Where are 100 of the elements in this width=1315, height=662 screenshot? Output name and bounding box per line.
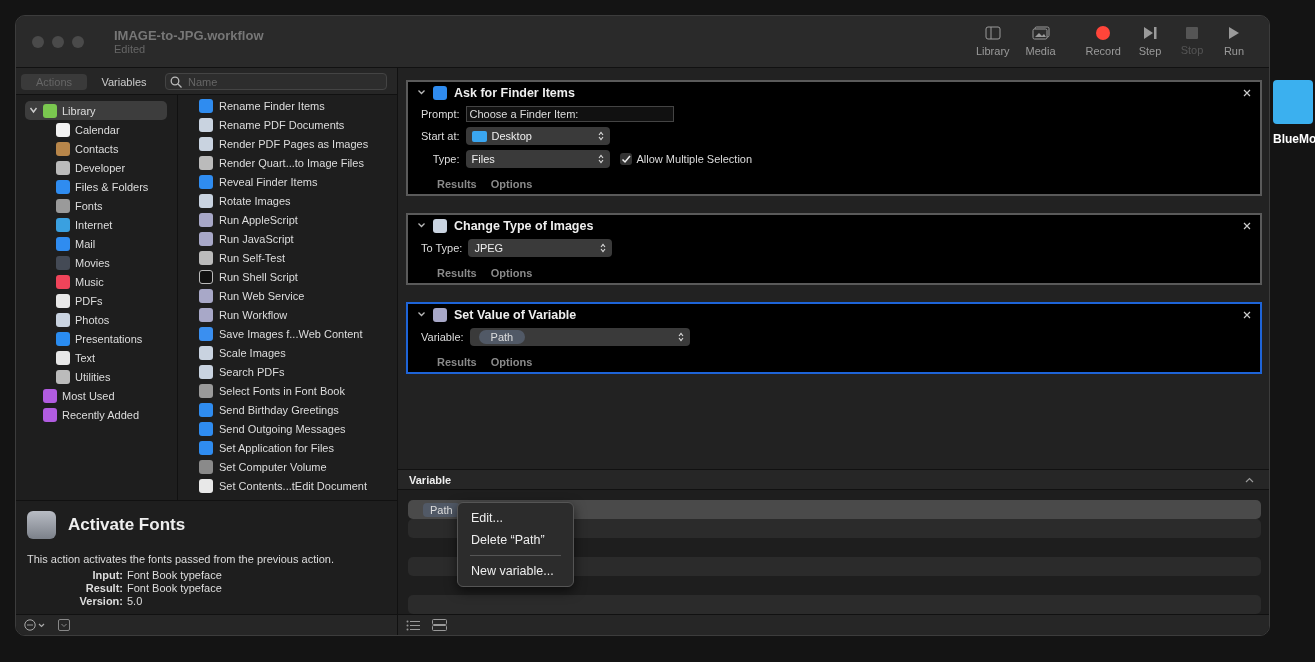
card-tab[interactable]: Results bbox=[437, 267, 477, 279]
field-value: 5.0 bbox=[127, 595, 144, 607]
card-tab[interactable]: Results bbox=[437, 178, 477, 190]
card-tab[interactable]: Results bbox=[437, 356, 477, 368]
action-item[interactable]: Run Workflow bbox=[199, 305, 397, 324]
up-down-arrows-icon bbox=[597, 131, 604, 141]
media-toolbar-button[interactable]: Media bbox=[1019, 26, 1062, 57]
panel-toggle-icon[interactable] bbox=[58, 619, 70, 631]
category-item[interactable]: Mail bbox=[25, 234, 167, 253]
action-item[interactable]: Set Computer Volume bbox=[199, 457, 397, 476]
popup-button[interactable]: JPEG bbox=[468, 239, 613, 257]
action-item[interactable]: Rotate Images bbox=[199, 191, 397, 210]
action-description: This action activates the fonts passed from the previous action. bbox=[27, 553, 335, 565]
popup-button[interactable]: Files bbox=[465, 150, 610, 168]
list-view-icon[interactable] bbox=[406, 619, 420, 631]
action-item[interactable]: Run JavaScript bbox=[199, 229, 397, 248]
play-icon bbox=[1228, 26, 1240, 40]
checkbox[interactable] bbox=[619, 153, 632, 165]
collapse-chevron-icon[interactable] bbox=[417, 221, 426, 230]
window-title: IMAGE-to-JPG.workflow bbox=[114, 28, 264, 43]
param-label: Type: bbox=[431, 153, 460, 165]
action-item[interactable]: Send Outgoing Messages bbox=[199, 419, 397, 438]
run-toolbar-button[interactable]: Run bbox=[1215, 26, 1253, 57]
card-title: Set Value of Variable bbox=[454, 307, 577, 322]
record-toolbar-button[interactable]: Record bbox=[1079, 26, 1127, 57]
popup-button[interactable]: Desktop bbox=[465, 127, 610, 145]
category-item[interactable]: Fonts bbox=[25, 196, 167, 215]
library-tab[interactable]: Variables bbox=[91, 73, 157, 90]
up-down-arrows-icon bbox=[677, 332, 684, 342]
step-icon bbox=[1143, 26, 1157, 40]
action-item[interactable]: Run Shell Script bbox=[199, 267, 397, 286]
action-item[interactable]: Run Self-Test bbox=[199, 248, 397, 267]
param-label: Prompt: bbox=[421, 108, 460, 120]
library-toolbar-button[interactable]: Library bbox=[969, 26, 1016, 57]
card-title: Ask for Finder Items bbox=[454, 85, 575, 100]
variable-popup[interactable]: Path bbox=[469, 328, 690, 346]
card-tab[interactable]: Options bbox=[490, 356, 533, 368]
disclosure-chevron-icon[interactable] bbox=[29, 106, 38, 115]
category-item[interactable]: Developer bbox=[25, 158, 167, 177]
up-down-arrows-icon bbox=[597, 154, 604, 164]
action-item[interactable]: Save Images f...Web Content bbox=[199, 324, 397, 343]
action-card[interactable]: Set Value of Variable Variable: Path Results Options bbox=[406, 302, 1262, 374]
panel-title: Variable bbox=[409, 473, 452, 486]
field-label: Result: bbox=[84, 582, 123, 594]
collapse-chevron-icon[interactable] bbox=[417, 88, 426, 97]
photos-icon bbox=[1031, 26, 1050, 40]
category-item[interactable]: Most Used bbox=[25, 386, 167, 405]
action-item[interactable]: Rename Finder Items bbox=[199, 96, 397, 115]
menu-item[interactable]: Delete “Path” bbox=[458, 529, 573, 551]
category-item[interactable]: Contacts bbox=[25, 139, 167, 158]
field-value: Font Book typeface bbox=[127, 582, 223, 594]
action-card[interactable]: Ask for Finder Items Prompt: Choose a Finder Item: Start at: Desktop Type: Files Allow Multiple Selection Results Options bbox=[406, 80, 1262, 196]
param-label: To Type: bbox=[421, 242, 463, 254]
param-label: Start at: bbox=[421, 130, 460, 142]
collapse-chevron-icon[interactable] bbox=[417, 310, 426, 319]
action-item[interactable]: Run AppleScript bbox=[199, 210, 397, 229]
menu-item[interactable]: New variable... bbox=[458, 560, 573, 582]
param-label: Variable: bbox=[421, 331, 464, 343]
close-icon[interactable] bbox=[1243, 88, 1251, 97]
category-item[interactable]: Text bbox=[25, 348, 167, 367]
card-tab[interactable]: Options bbox=[490, 178, 533, 190]
action-item[interactable]: Select Fonts in Font Book bbox=[199, 381, 397, 400]
action-item[interactable]: Send Birthday Greetings bbox=[199, 400, 397, 419]
close-icon[interactable] bbox=[1243, 310, 1251, 319]
category-item[interactable]: Music bbox=[25, 272, 167, 291]
category-item[interactable]: PDFs bbox=[25, 291, 167, 310]
category-item[interactable]: Presentations bbox=[25, 329, 167, 348]
category-item[interactable]: Internet bbox=[25, 215, 167, 234]
ellipsis-menu-icon[interactable] bbox=[24, 619, 46, 631]
category-item[interactable]: Utilities bbox=[25, 367, 167, 386]
close-icon[interactable] bbox=[1243, 221, 1251, 230]
prompt-field[interactable]: Choose a Finder Item: bbox=[465, 106, 674, 122]
action-item[interactable]: Run Web Service bbox=[199, 286, 397, 305]
collapse-caret-icon[interactable] bbox=[1245, 476, 1254, 483]
category-item[interactable]: Files & Folders bbox=[25, 177, 167, 196]
category-item[interactable]: Recently Added bbox=[25, 405, 167, 424]
action-item[interactable]: Render Quart...to Image Files bbox=[199, 153, 397, 172]
card-tab[interactable]: Options bbox=[490, 267, 533, 279]
checkbox-label: Allow Multiple Selection bbox=[636, 153, 753, 165]
desktop-icon-label[interactable]: BlueMo bbox=[1273, 132, 1315, 146]
category-item[interactable]: Photos bbox=[25, 310, 167, 329]
action-item[interactable]: Rename PDF Documents bbox=[199, 115, 397, 134]
action-item[interactable]: Reveal Finder Items bbox=[199, 172, 397, 191]
step-toolbar-button[interactable]: Step bbox=[1131, 26, 1169, 57]
field-label: Version: bbox=[78, 595, 123, 607]
category-item[interactable]: Library bbox=[25, 101, 167, 120]
category-item[interactable]: Calendar bbox=[25, 120, 167, 139]
up-down-arrows-icon bbox=[600, 243, 607, 253]
category-item[interactable]: Movies bbox=[25, 253, 167, 272]
action-item[interactable]: Render PDF Pages as Images bbox=[199, 134, 397, 153]
split-view-icon[interactable] bbox=[432, 619, 447, 631]
action-item[interactable]: Set Contents...tEdit Document bbox=[199, 476, 397, 495]
field-label: Input: bbox=[91, 569, 123, 581]
variable-token: Path bbox=[478, 330, 526, 344]
action-item[interactable]: Scale Images bbox=[199, 343, 397, 362]
card-title: Change Type of Images bbox=[454, 218, 594, 233]
search-field[interactable]: Name bbox=[165, 73, 387, 90]
action-item[interactable]: Search PDFs bbox=[199, 362, 397, 381]
action-card[interactable]: Change Type of Images To Type: JPEG Results Options bbox=[406, 213, 1262, 285]
action-item[interactable]: Set Application for Files bbox=[199, 438, 397, 457]
